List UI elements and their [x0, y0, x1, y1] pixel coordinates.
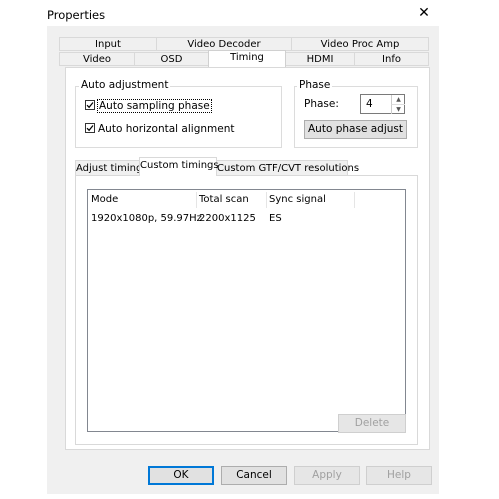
subtab-adjust-timing[interactable]: Adjust timing	[75, 160, 143, 176]
cell-total-scan: 2200x1125	[199, 213, 256, 224]
tab-label: Video Proc Amp	[320, 39, 400, 50]
subtab-label: Custom timings	[140, 160, 219, 171]
tab-video-proc-amp[interactable]: Video Proc Amp	[291, 37, 429, 51]
ok-button[interactable]: OK	[148, 466, 214, 485]
tab-label: Input	[95, 39, 121, 50]
cell-sync-signal: ES	[269, 213, 282, 224]
auto-adjustment-group	[75, 86, 282, 148]
column-header-sync-signal[interactable]: Sync signal	[266, 190, 354, 210]
table-row[interactable]: 1920x1080p, 59.97Hz 2200x1125 ES	[88, 211, 405, 227]
auto-sampling-phase-checkbox[interactable]	[85, 100, 95, 110]
delete-button[interactable]: Delete	[338, 414, 406, 433]
subtab-label: Adjust timing	[76, 163, 143, 174]
column-header-mode[interactable]: Mode	[88, 190, 196, 210]
auto-sampling-phase-label[interactable]: Auto sampling phase	[97, 99, 212, 113]
auto-horizontal-alignment-label[interactable]: Auto horizontal alignment	[98, 123, 234, 135]
tab-label: OSD	[160, 54, 183, 65]
tab-input[interactable]: Input	[59, 37, 157, 51]
tab-osd[interactable]: OSD	[134, 52, 209, 66]
phase-field-label: Phase:	[304, 98, 339, 110]
tab-label: HDMI	[306, 54, 334, 65]
window-title: Properties	[47, 8, 106, 22]
cancel-button[interactable]: Cancel	[221, 466, 287, 485]
column-header-total-scan[interactable]: Total scan	[196, 190, 266, 210]
tab-label: Timing	[230, 52, 264, 63]
auto-horizontal-alignment-checkbox[interactable]	[85, 123, 95, 133]
tab-label: Video Decoder	[187, 39, 261, 50]
tab-label: Info	[382, 54, 401, 65]
help-button[interactable]: Help	[366, 466, 432, 485]
close-icon[interactable]: ✕	[417, 5, 431, 21]
check-icon	[86, 102, 94, 109]
apply-button[interactable]: Apply	[294, 466, 360, 485]
phase-value: 4	[366, 98, 373, 110]
subtab-custom-gtf-cvt[interactable]: Custom GTF/CVT resolutions	[216, 160, 359, 176]
column-divider[interactable]	[354, 192, 355, 208]
tab-info[interactable]: Info	[354, 52, 429, 66]
tab-video-decoder[interactable]: Video Decoder	[156, 37, 292, 51]
tab-hdmi[interactable]: HDMI	[285, 52, 355, 66]
tab-video[interactable]: Video	[59, 52, 135, 66]
tab-timing[interactable]: Timing	[208, 50, 286, 67]
spin-up-icon[interactable]: ▲	[391, 95, 405, 104]
tab-label: Video	[82, 54, 112, 65]
subtab-custom-timings[interactable]: Custom timings	[139, 157, 219, 176]
auto-adjustment-label: Auto adjustment	[79, 79, 171, 91]
check-icon	[86, 125, 94, 132]
phase-group-label: Phase	[297, 79, 333, 91]
subtab-label: Custom GTF/CVT resolutions	[217, 163, 360, 174]
cell-mode: 1920x1080p, 59.97Hz	[91, 213, 202, 224]
phase-stepper[interactable]: 4 ▲ ▼	[360, 94, 405, 114]
timings-list[interactable]: Mode Total scan Sync signal 1920x1080p, …	[87, 189, 406, 432]
spin-down-icon[interactable]: ▼	[391, 104, 405, 114]
auto-phase-adjust-button[interactable]: Auto phase adjust	[304, 120, 407, 139]
